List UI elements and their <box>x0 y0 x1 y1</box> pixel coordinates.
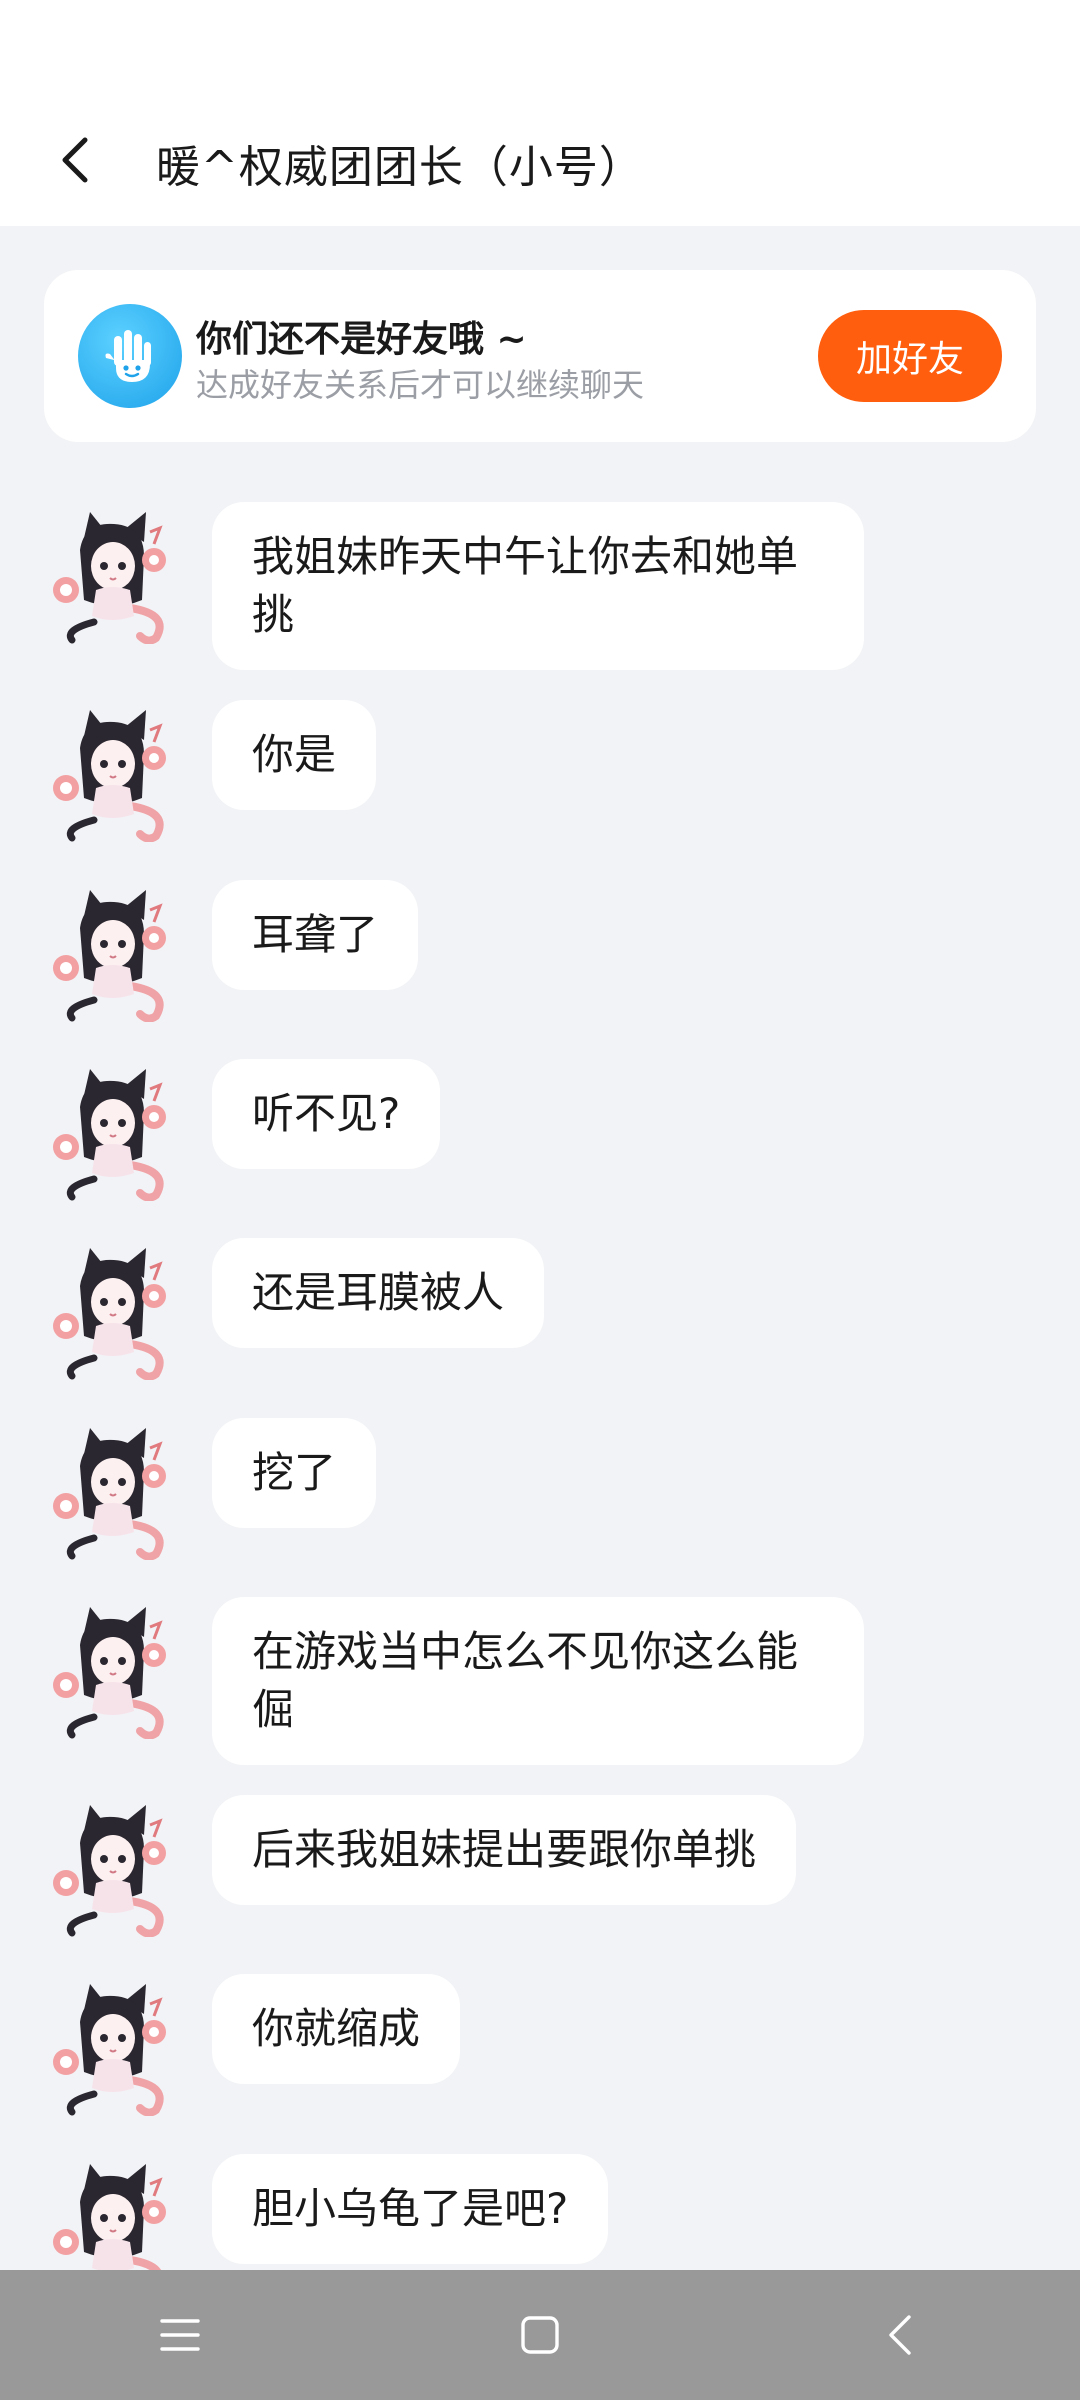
message-bubble: 还是耳膜被人 <box>212 1238 545 1348</box>
message-bubble: 你就缩成 <box>212 1974 461 2084</box>
add-friend-button[interactable]: 加好友 <box>818 310 1002 402</box>
back-button[interactable] <box>44 120 104 200</box>
cat-girl-avatar-icon <box>53 710 166 843</box>
chat-content[interactable]: 你们还不是好友哦 ~ 达成好友关系后才可以继续聊天 加好友 我姐妹昨天中午让你去… <box>0 226 1080 2270</box>
cat-girl-avatar-icon <box>53 2164 166 2270</box>
home-icon <box>521 2316 559 2354</box>
banner-title: 你们还不是好友哦 ~ <box>196 319 527 360</box>
chat-title: 暖^权威团团长（小号） <box>156 142 644 193</box>
chevron-left-icon <box>62 137 88 183</box>
not-friend-banner: 你们还不是好友哦 ~ 达成好友关系后才可以继续聊天 加好友 <box>44 270 1036 442</box>
message-bubble: 我姐妹昨天中午让你去和她单挑 <box>212 502 864 670</box>
avatar[interactable] <box>44 1797 180 1938</box>
avatar[interactable] <box>44 1976 180 2117</box>
message-bubble: 挖了 <box>212 1418 377 1528</box>
cat-girl-avatar-icon <box>53 1248 166 1381</box>
message-bubble: 你是 <box>212 700 377 810</box>
home-button[interactable] <box>480 2285 600 2385</box>
avatar[interactable] <box>44 1240 180 1381</box>
message-bubble: 后来我姐妹提出要跟你单挑 <box>212 1795 797 1905</box>
status-bar <box>0 0 1080 100</box>
banner-subtitle: 达成好友关系后才可以继续聊天 <box>196 366 645 404</box>
cat-girl-avatar-icon <box>53 1069 166 1202</box>
chat-header: 暖^权威团团长（小号） <box>0 100 1080 226</box>
cat-girl-avatar-icon <box>53 1607 166 1740</box>
message-bubble: 听不见? <box>212 1059 441 1169</box>
cat-girl-avatar-icon <box>53 1805 166 1938</box>
cat-girl-avatar-icon <box>53 1984 166 2117</box>
system-back-button[interactable] <box>840 2285 960 2385</box>
avatar[interactable] <box>44 1599 180 1740</box>
message-bubble: 胆小乌龟了是吧? <box>212 2154 609 2264</box>
cat-girl-avatar-icon <box>53 512 166 645</box>
avatar[interactable] <box>44 882 180 1023</box>
back-icon <box>889 2315 911 2355</box>
avatar[interactable] <box>44 504 180 645</box>
avatar[interactable] <box>44 2156 180 2270</box>
recents-button[interactable] <box>120 2285 240 2385</box>
cat-girl-avatar-icon <box>53 890 166 1023</box>
avatar[interactable] <box>44 1061 180 1202</box>
cat-girl-avatar-icon <box>53 1428 166 1561</box>
message-bubble: 耳聋了 <box>212 880 419 990</box>
system-navigation-bar <box>0 2270 1080 2400</box>
menu-icon <box>160 2319 200 2351</box>
message-bubble: 在游戏当中怎么不见你这么能倔 <box>212 1597 864 1765</box>
avatar[interactable] <box>44 1420 180 1561</box>
hand-wave-icon <box>78 304 182 408</box>
avatar[interactable] <box>44 702 180 843</box>
